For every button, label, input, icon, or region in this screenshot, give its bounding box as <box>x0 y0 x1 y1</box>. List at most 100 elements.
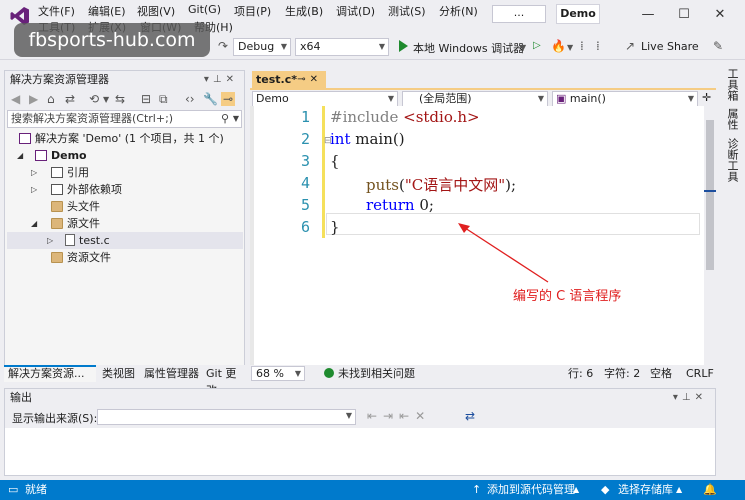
menu-debug[interactable]: 调试(D) <box>336 3 375 18</box>
solution-name-badge: Demo <box>556 4 600 24</box>
folder-open-icon <box>51 218 63 229</box>
chevron-down-icon[interactable]: ▼ <box>567 43 573 52</box>
scope-nav-value: (全局范围) <box>419 92 472 105</box>
menu-view[interactable]: 视图(V) <box>137 3 175 18</box>
history-icon[interactable]: ⟲ <box>89 92 99 106</box>
menu-test[interactable]: 测试(S) <box>388 3 426 18</box>
tab-pin-close-icons[interactable]: ⊸✕ <box>297 71 322 88</box>
live-share-button[interactable]: Live Share <box>641 40 699 53</box>
sync-icon[interactable]: ⇆ <box>115 92 125 106</box>
start-debugging-icon[interactable] <box>399 40 408 52</box>
show-all-files-icon[interactable]: ⧉ <box>159 92 168 107</box>
tree-item-references[interactable]: ▷ 引用 <box>31 164 89 181</box>
menu-edit[interactable]: 编辑(E) <box>88 3 126 18</box>
back-icon[interactable]: ◀ <box>11 92 20 106</box>
properties-wrench-icon[interactable]: 🔧 <box>203 92 218 106</box>
editor-navigation-bar: Demo ▼ (全局范围) ▼ ▣ main() ▼ ✛ <box>250 88 716 107</box>
tree-item-external-deps[interactable]: ▷ 外部依赖项 <box>31 181 122 198</box>
expanded-icon[interactable]: ◢ <box>17 147 23 164</box>
menu-file[interactable]: 文件(F) <box>38 3 75 18</box>
tab-diagnostic-tools[interactable]: 诊断工具 <box>724 138 740 182</box>
tree-item-test-c[interactable]: ▷ test.c <box>7 232 243 249</box>
panel-window-icons[interactable]: ▾⊥✕ <box>204 71 238 88</box>
member-nav-value: main() <box>569 92 606 105</box>
split-editor-icon[interactable]: ✛ <box>702 91 711 104</box>
expanded-icon[interactable]: ◢ <box>31 215 37 232</box>
start-without-debugging-icon[interactable]: ▷ <box>533 40 541 51</box>
folder-icon <box>51 201 63 212</box>
word-wrap-icon[interactable]: ⇄ <box>465 409 475 423</box>
tab-solution-explorer[interactable]: 解决方案资源... <box>4 365 96 382</box>
spaces-indicator[interactable]: 空格 <box>650 365 672 382</box>
solution-tree: 解决方案 'Demo' (1 个项目，共 1 个) ◢ Demo ▷ 引用 ▷ … <box>5 128 244 348</box>
collapsed-icon[interactable]: ▷ <box>47 232 53 249</box>
pin-toolbar-icon[interactable]: ⊸ <box>221 92 236 106</box>
tab-class-view[interactable]: 类视图 <box>98 365 139 382</box>
toolbar-options-icon[interactable]: ⁞ <box>580 39 584 53</box>
line-number: 4 <box>300 174 310 192</box>
tab-toolbox[interactable]: 工具箱 <box>724 68 740 101</box>
redo-icon[interactable]: ↷ <box>218 39 228 53</box>
platform-combo[interactable]: x64 ▼ <box>295 38 389 56</box>
document-tab-test-c[interactable]: test.c* ⊸✕ <box>252 71 326 88</box>
menu-git[interactable]: Git(G) <box>188 3 221 17</box>
feedback-icon[interactable]: ✎ <box>713 39 723 53</box>
zoom-combo[interactable]: 68 % ▼ <box>251 366 305 381</box>
solution-search-input[interactable]: 搜索解决方案资源管理器(Ctrl+;) ⚲ ▼ <box>7 110 242 128</box>
notifications-bell-icon[interactable]: 🔔 <box>703 480 717 500</box>
output-header: 输出 ▾⊥✕ <box>5 389 715 406</box>
eol-indicator[interactable]: CRLF <box>686 365 714 382</box>
output-toolbar-icons[interactable]: ⇤⇥⇤✕ <box>367 409 431 423</box>
maximize-button[interactable]: ☐ <box>676 7 692 23</box>
panel-window-icons[interactable]: ▾⊥✕ <box>673 389 707 406</box>
preview-icon[interactable]: ‹› <box>185 92 195 106</box>
menu-build[interactable]: 生成(B) <box>285 3 323 18</box>
chevron-down-icon[interactable]: ▼ <box>233 111 239 127</box>
tab-properties[interactable]: 属性 <box>724 108 740 130</box>
collapse-all-icon[interactable]: ⊟ <box>141 92 151 106</box>
scrollbar-thumb[interactable] <box>706 120 714 270</box>
tree-item-source-files[interactable]: ◢ 源文件 <box>31 215 100 232</box>
minimize-button[interactable]: — <box>640 7 656 23</box>
add-to-source-control-button[interactable]: 添加到源代码管理 <box>487 480 575 500</box>
char-indicator[interactable]: 字符: 2 <box>604 365 640 382</box>
issues-indicator[interactable]: 未找到相关问题 <box>324 365 415 382</box>
tree-item-resource-files[interactable]: 资源文件 <box>31 249 111 266</box>
output-source-combo[interactable]: ▼ <box>97 409 356 425</box>
chevron-up-icon[interactable]: ▲ <box>573 480 579 500</box>
code-token: puts <box>366 176 399 194</box>
output-text-area[interactable] <box>5 428 715 475</box>
tree-item-solution[interactable]: 解决方案 'Demo' (1 个项目，共 1 个) <box>19 130 224 147</box>
scope-nav-combo[interactable]: (全局范围) ▼ <box>402 91 548 107</box>
forward-icon[interactable]: ▶ <box>29 92 38 106</box>
select-repository-button[interactable]: 选择存储库 <box>618 480 673 500</box>
tab-git-changes[interactable]: Git 更改 <box>202 365 245 397</box>
editor-vertical-scrollbar[interactable] <box>704 106 716 365</box>
home-icon[interactable]: ⌂ <box>47 92 55 106</box>
run-debugger-button[interactable]: 本地 Windows 调试器 <box>413 40 524 56</box>
configuration-combo[interactable]: Debug ▼ <box>233 38 291 56</box>
close-button[interactable]: ✕ <box>712 7 728 23</box>
search-box[interactable]: ... <box>492 5 546 23</box>
collapsed-icon[interactable]: ▷ <box>31 181 37 198</box>
chevron-down-icon[interactable]: ▼ <box>103 95 109 104</box>
switch-views-icon[interactable]: ⇄ <box>65 92 75 106</box>
line-indicator[interactable]: 行: 6 <box>568 365 593 382</box>
menu-analyze[interactable]: 分析(N) <box>439 3 478 18</box>
menu-project[interactable]: 项目(P) <box>234 3 271 18</box>
tree-item-header-files[interactable]: 头文件 <box>31 198 100 215</box>
tree-item-label: 头文件 <box>67 200 100 213</box>
tree-item-project[interactable]: ◢ Demo <box>17 147 87 164</box>
live-share-icon[interactable]: ↗ <box>625 39 635 53</box>
tab-property-manager[interactable]: 属性管理器 <box>140 365 203 382</box>
hot-reload-icon[interactable]: 🔥 <box>551 39 566 53</box>
member-nav-combo[interactable]: ▣ main() ▼ <box>552 91 698 107</box>
collapsed-icon[interactable]: ▷ <box>31 164 37 181</box>
solution-explorer-toolbar: ◀ ▶ ⌂ ⇄ ⟲ ▼ ⇆ ⊟ ⧉ ‹› 🔧 ⊸ <box>5 88 244 110</box>
chevron-down-icon: ▼ <box>537 94 544 103</box>
toolbar-options-icon[interactable]: ⁞ <box>596 39 600 53</box>
chevron-down-icon[interactable]: ▼ <box>520 43 526 52</box>
project-nav-combo[interactable]: Demo ▼ <box>252 91 398 107</box>
code-editor[interactable]: 1 2 3 4 5 6 ⊟ #include <stdio.h> int mai… <box>250 106 704 365</box>
chevron-up-icon[interactable]: ▲ <box>676 480 682 500</box>
